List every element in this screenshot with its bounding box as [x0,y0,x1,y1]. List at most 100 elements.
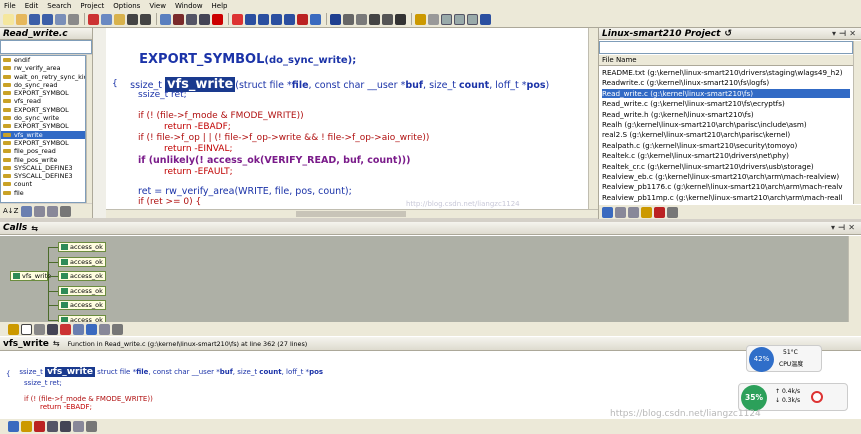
editor-hscrollbar[interactable] [106,209,598,218]
next-icon[interactable] [284,13,295,25]
project-file-item[interactable]: Realh (g:\kernel\linux-smart210\arch\par… [602,120,850,129]
find-icon[interactable] [173,13,184,25]
project-file-item[interactable]: Read_write.c (g:\kernel\linux-smart210\f… [602,88,850,98]
symbol-list-item[interactable]: EXPORT_SYMBOL [1,106,85,114]
tile-icon[interactable] [395,13,406,25]
layout-icon[interactable] [369,13,380,25]
context-symbol-icon[interactable] [8,421,19,432]
remove-icon[interactable] [654,206,665,218]
context-options-icon[interactable] [86,421,97,432]
context-function-highlight[interactable]: vfs_write [45,367,95,377]
search-project-icon[interactable] [186,13,197,25]
project-file-item[interactable]: Realview_pb11mp.c (g:\kernel\linux-smart… [602,193,850,202]
project-file-item[interactable]: README.txt (g:\kernel\linux-smart210\dri… [602,68,850,77]
forward-icon[interactable] [258,13,269,25]
browse-icon[interactable] [310,13,321,25]
symbol-list-item[interactable]: do_sync_read [1,81,85,89]
redo-icon[interactable] [140,13,151,25]
symbol-list-item[interactable]: vfs_write [1,130,85,139]
context-sync-icon[interactable]: ⇆ [53,339,60,348]
panel-options-icon[interactable] [667,206,678,218]
panel-toggle-icon[interactable] [441,13,452,25]
project-file-item[interactable]: Realpath.c (g:\kernel\linux-smart210\sec… [602,141,850,150]
call-root-node[interactable]: vfs_write [10,271,51,281]
symbol-list-item[interactable]: do_sync_write [1,114,85,122]
lock-icon[interactable] [428,13,439,25]
file-name-column-header[interactable]: File Name [599,55,853,66]
context-font-icon[interactable] [47,421,58,432]
symbol-list-item[interactable]: EXPORT_SYMBOL [1,89,85,97]
calls-graph-icon[interactable] [99,323,110,335]
calls-scrollbar[interactable] [848,236,861,332]
prev-icon[interactable] [271,13,282,25]
detail-view-icon[interactable] [34,205,46,217]
options-icon[interactable] [343,13,354,25]
context-ref-icon[interactable] [34,421,45,432]
project-list-scrollbar[interactable] [853,41,861,204]
new-file-icon[interactable] [3,13,14,25]
calls-layout-icon[interactable] [86,323,97,335]
call-child-node[interactable]: access_ok [58,300,106,310]
calls-options-icon[interactable] [112,323,123,335]
project-file-item[interactable]: Readwrite.c (g:\kernel\linux-smart210\fs… [602,78,850,87]
symbol-list-item[interactable]: endif [1,56,85,64]
panel-toggle-icon[interactable] [454,13,465,25]
save-all-icon[interactable] [42,13,53,25]
symbol-list-item[interactable]: vfs_read [1,97,85,105]
call-child-node[interactable]: access_ok [58,242,106,252]
project-file-item[interactable]: Read_write.h (g:\kernel\linux-smart210\f… [602,110,850,119]
close-file-icon[interactable] [55,13,66,25]
symbol-list-item[interactable]: count [1,180,85,188]
symbol-list-item[interactable]: file_pos_write [1,156,85,164]
context-icon[interactable] [480,13,491,25]
symbol-view-icon[interactable] [641,206,652,218]
paste-icon[interactable] [114,13,125,25]
calls-sync-icon[interactable]: ⇆ [31,224,38,233]
open-folder-icon[interactable] [16,13,27,25]
menu-view[interactable]: View [149,2,166,10]
symbol-list-item[interactable]: rw_verify_area [1,64,85,72]
bookmark-icon[interactable] [199,13,210,25]
context-jump-icon[interactable] [21,421,32,432]
symbol-list-item[interactable]: EXPORT_SYMBOL [1,139,85,147]
project-file-item[interactable]: real2.S (g:\kernel\linux-smart210\arch\p… [602,130,850,139]
symbol-list-item[interactable]: SYSCALL_DEFINE3 [1,164,85,172]
lookup-icon[interactable] [212,13,223,25]
symbol-list-item[interactable]: SYSCALL_DEFINE3 [1,172,85,180]
editor-vscrollbar[interactable] [588,28,598,209]
menu-project[interactable]: Project [80,2,104,10]
calls-copy-icon[interactable] [34,323,45,335]
symbol-window-icon[interactable] [330,13,341,25]
menu-help[interactable]: Help [212,2,228,10]
symbol-list-item[interactable]: file_pos_read [1,147,85,155]
project-sync-icon[interactable]: ↺ [724,29,732,39]
call-child-node[interactable]: access_ok [58,256,106,267]
jump-icon[interactable] [232,13,243,25]
reference-icon[interactable] [297,13,308,25]
symbol-list[interactable]: endif rw_verify_area wait_on_retry_sync_ki… [0,55,86,203]
calls-lock-icon[interactable] [47,323,58,335]
context-lock-icon[interactable] [60,421,71,432]
panel-buttons[interactable]: ▾⊣✕ [832,29,859,38]
symbol-filter-input[interactable] [0,40,92,54]
list-view-icon[interactable] [21,205,33,217]
calls-frame-icon[interactable] [21,323,32,335]
back-icon[interactable] [245,13,256,25]
project-filter-input[interactable] [599,41,853,54]
menu-search[interactable]: Search [47,2,71,10]
calls-filter-icon[interactable] [60,323,71,335]
symbol-list-item[interactable]: EXPORT_SYMBOL [1,122,85,130]
menu-file[interactable]: File [4,2,16,10]
symbol-list-item[interactable]: file [1,189,85,197]
cut-icon[interactable] [88,13,99,25]
project-file-item[interactable]: Realview_pb1176.c (g:\kernel\linux-smart… [602,182,850,191]
project-file-item[interactable]: Realtek_cr.c (g:\kernel\linux-smart210\d… [602,162,850,171]
memory-gauge[interactable]: 35% [741,385,767,411]
code-editor[interactable]: EXPORT_SYMBOL(do_sync_write); ssize_t vf… [106,28,597,209]
search-icon[interactable] [160,13,171,25]
menu-edit[interactable]: Edit [25,2,39,10]
scroll-thumb[interactable] [296,211,406,217]
panel-options-icon[interactable] [60,205,72,217]
grid-view-icon[interactable] [47,205,59,217]
file-list-icon[interactable] [602,206,613,218]
